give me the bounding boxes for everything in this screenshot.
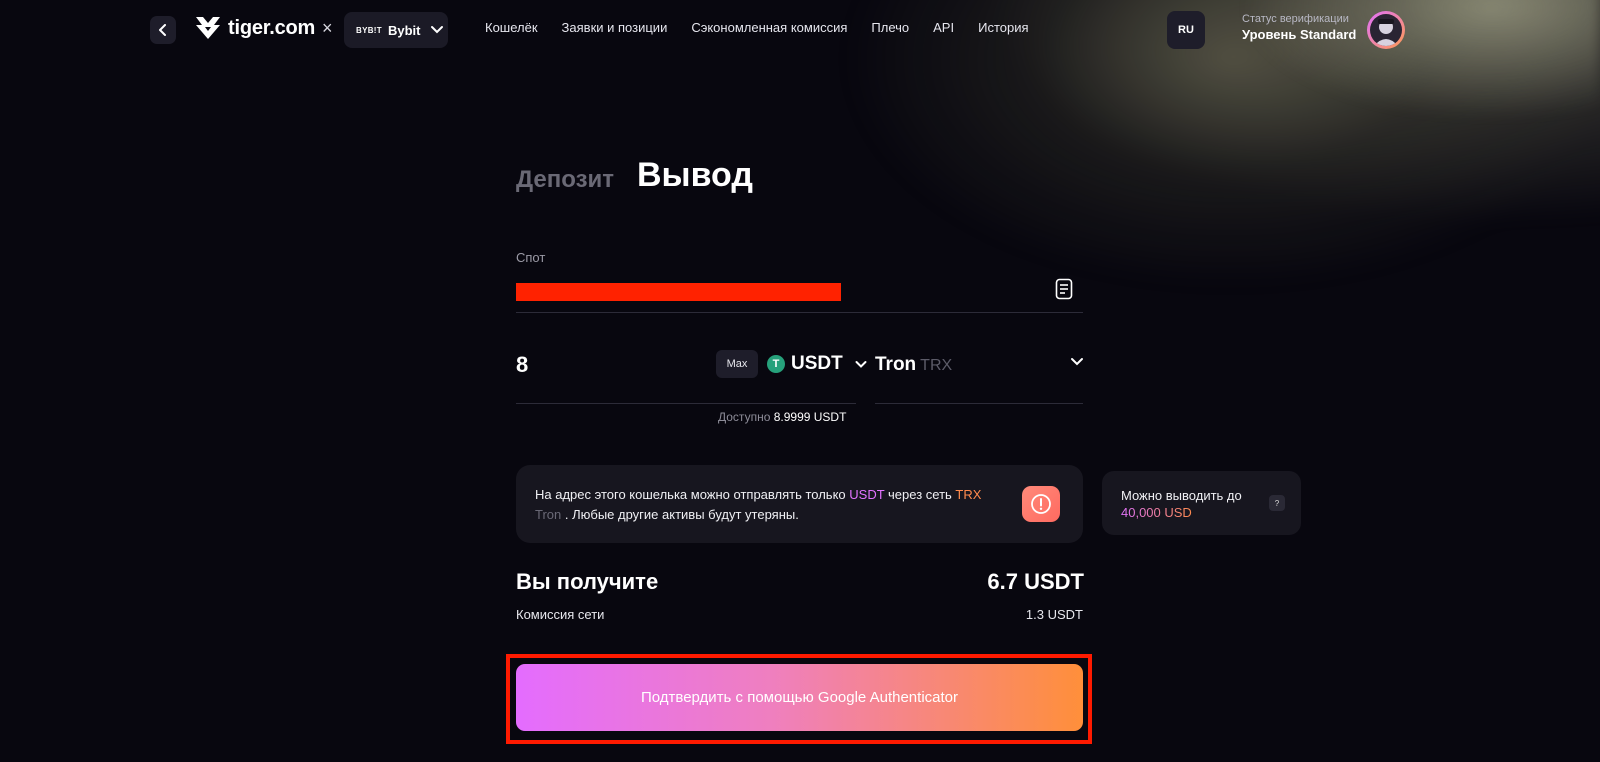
exchange-name: Bybit <box>387 22 421 38</box>
tiger-logo-icon <box>196 17 220 39</box>
language-selector[interactable]: RU <box>1167 11 1205 49</box>
avatar[interactable] <box>1367 11 1405 49</box>
limit-value: 40,000 USD <box>1121 505 1192 520</box>
bybit-logo: BYB!T <box>356 25 382 35</box>
warning-coin: USDT <box>849 487 885 502</box>
tab-deposit[interactable]: Депозит <box>516 166 614 194</box>
verification-label: Статус верификации <box>1242 13 1349 25</box>
warning-text-part: через сеть <box>884 487 956 502</box>
limit-label: Можно выводить до <box>1121 488 1242 503</box>
receive-title: Вы получите <box>516 569 659 594</box>
limit-text: Можно выводить до 40,000 USD <box>1121 487 1242 521</box>
back-button[interactable] <box>150 16 176 44</box>
available-balance: Доступно 8.9999 USDT <box>718 410 846 424</box>
network-symbol: TRX <box>920 357 953 374</box>
warning-net-name: Tron <box>535 507 562 522</box>
nav-history[interactable]: История <box>978 20 1028 35</box>
nav-api[interactable]: API <box>933 20 954 35</box>
tether-icon: T <box>767 355 785 373</box>
brand-name: tiger.com <box>228 16 316 39</box>
nav-orders-positions[interactable]: Заявки и позиции <box>562 20 668 35</box>
max-button[interactable]: Max <box>716 350 758 378</box>
help-icon[interactable]: ? <box>1269 495 1285 511</box>
chevron-down-icon <box>431 26 444 34</box>
warning-icon <box>1022 486 1060 522</box>
coin-symbol: USDT <box>791 353 843 374</box>
chevron-down-icon[interactable] <box>1070 357 1084 367</box>
network-warning: На адрес этого кошелька можно отправлять… <box>516 465 1083 543</box>
address-book-icon[interactable] <box>1054 278 1074 300</box>
avatar-image <box>1370 14 1402 46</box>
coin-selector[interactable]: T USDT <box>767 353 867 375</box>
network-name: Tron <box>875 354 917 375</box>
warning-text-part: . Любые другие активы будут утеряны. <box>561 507 799 522</box>
warning-text-part: На адрес этого кошелька можно отправлять… <box>535 487 850 502</box>
tiger-logo[interactable]: tiger.com <box>194 15 315 41</box>
network-selector[interactable]: Tron TRX <box>875 354 952 376</box>
warning-net-symbol: TRX <box>955 487 982 502</box>
withdraw-limit-card: Можно выводить до 40,000 USD ? <box>1102 471 1301 535</box>
brand-separator: × <box>322 18 333 38</box>
available-label: Доступно <box>718 410 771 424</box>
chevron-down-icon <box>855 360 867 368</box>
amount-input[interactable]: 8 <box>516 352 528 378</box>
divider <box>516 312 1083 313</box>
receive-value: 6.7 USDT <box>987 569 1084 594</box>
available-value: 8.9999 USDT <box>773 410 847 424</box>
nav-saved-fees[interactable]: Сэкономленная комиссия <box>691 20 847 35</box>
exchange-selector[interactable]: BYB!T Bybit <box>344 12 448 48</box>
nav-wallet[interactable]: Кошелёк <box>485 20 538 35</box>
confirm-google-authenticator-button[interactable]: Подтвердить с помощью Google Authenticat… <box>516 664 1083 731</box>
verification-level: Уровень Standard <box>1242 27 1357 42</box>
nav-leverage[interactable]: Плечо <box>871 20 909 35</box>
fee-label: Комиссия сети <box>516 607 605 622</box>
divider <box>875 403 1083 404</box>
chevron-left-icon <box>159 24 166 36</box>
account-label: Спот <box>516 250 546 265</box>
verification-status[interactable]: Статус верификации Уровень Standard <box>1242 13 1356 42</box>
tab-withdraw[interactable]: Вывод <box>637 156 753 195</box>
main-nav: Кошелёк Заявки и позиции Сэкономленная к… <box>485 20 1029 35</box>
fee-value: 1.3 USDT <box>1025 607 1083 622</box>
warning-text: На адрес этого кошелька можно отправлять… <box>535 485 995 525</box>
address-field-redacted[interactable] <box>516 283 841 301</box>
divider <box>516 403 856 404</box>
